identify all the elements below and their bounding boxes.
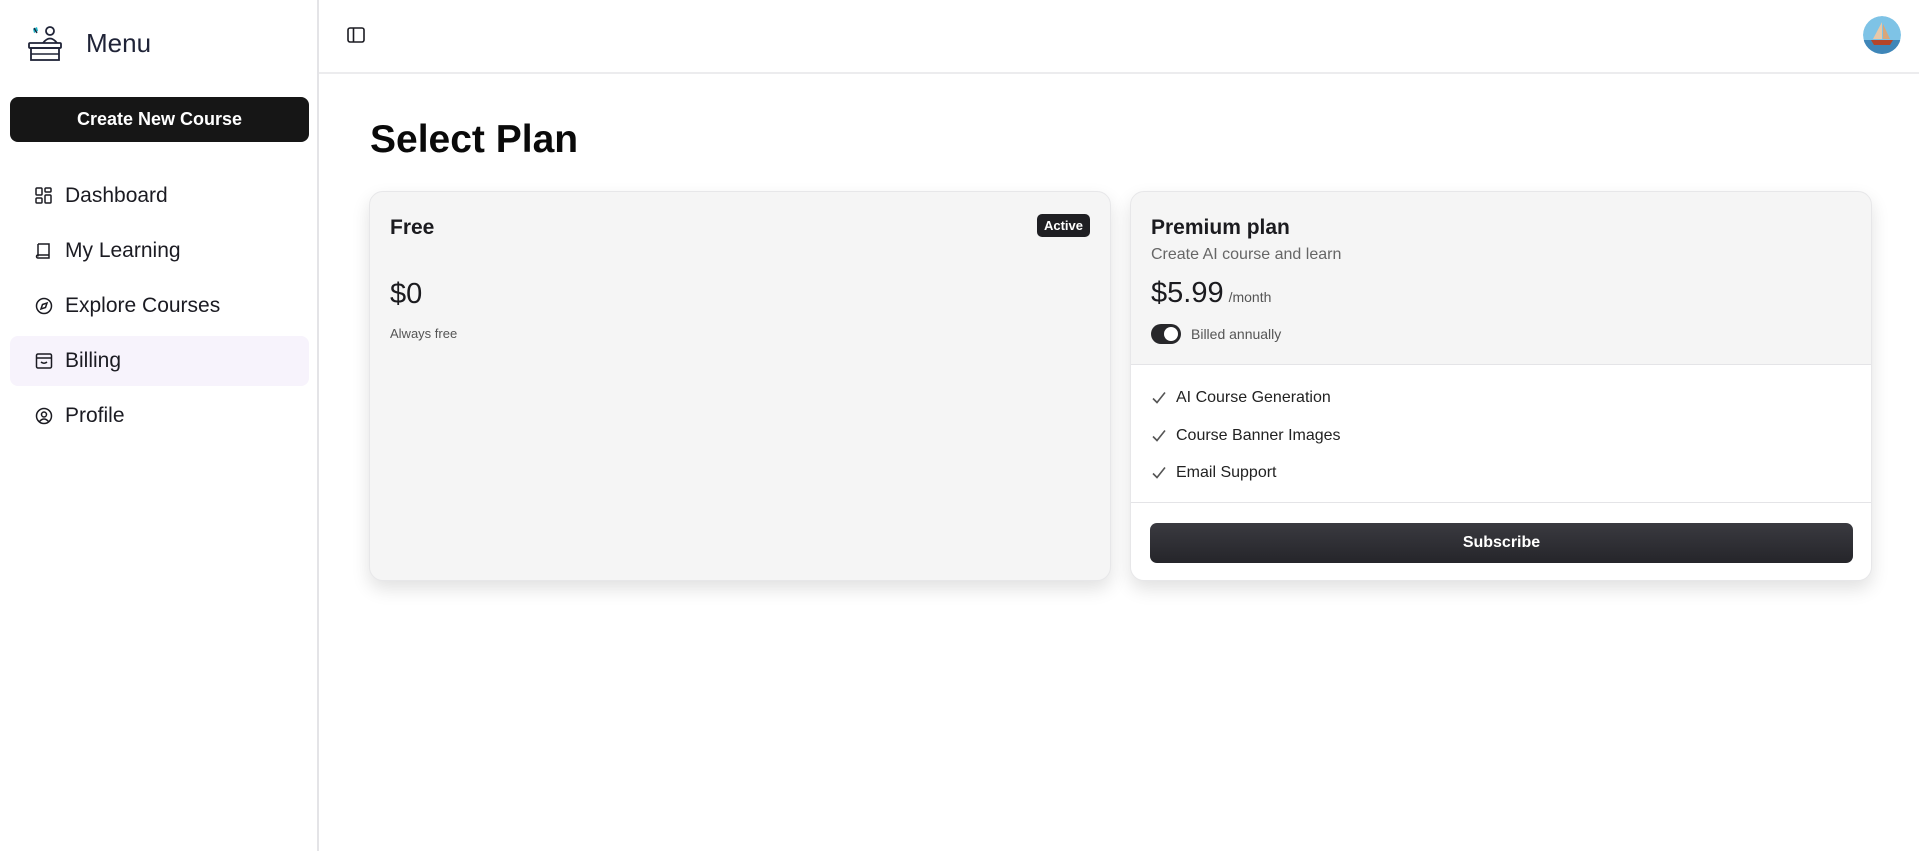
brand: Menu: [26, 24, 151, 62]
plan-price-row: $5.99 /month: [1151, 277, 1271, 310]
sidebar-item-explore-courses[interactable]: Explore Courses: [10, 281, 309, 331]
sidebar-title: Menu: [86, 27, 152, 58]
billed-annually-toggle[interactable]: [1151, 324, 1181, 344]
free-plan-card: Free Active $0 Always free: [369, 191, 1111, 581]
sidebar-item-label: My Learning: [65, 239, 181, 262]
feature-label: Email Support: [1176, 464, 1277, 481]
billing-toggle-row: Billed annually: [1151, 324, 1281, 344]
book-icon: [34, 241, 54, 261]
price-note: Always free: [390, 326, 458, 341]
billing-label: Billed annually: [1191, 326, 1282, 342]
plan-name: Free: [390, 216, 435, 239]
avatar[interactable]: [1863, 16, 1901, 54]
plan-price: $0: [390, 278, 423, 310]
check-icon: [1152, 467, 1166, 479]
sidebar-item-billing[interactable]: Billing: [10, 336, 309, 386]
sidebar-item-profile[interactable]: Profile: [10, 391, 309, 441]
feature-item: Course Banner Images: [1151, 427, 1341, 445]
premium-plan-card: Premium plan Create AI course and learn …: [1130, 191, 1872, 581]
feature-item: AI Course Generation: [1151, 389, 1331, 407]
page-title: Select Plan: [370, 118, 579, 161]
toggle-knob: [1164, 327, 1178, 341]
main-content: Select Plan Free Active $0 Always free P…: [319, 0, 1919, 851]
sidebar-item-dashboard[interactable]: Dashboard: [10, 171, 309, 221]
teacher-desk-logo-icon: [28, 26, 62, 61]
feature-list: AI Course Generation Course Banner Image…: [1131, 364, 1871, 503]
price-period: /month: [1228, 289, 1272, 305]
feature-label: Course Banner Images: [1176, 427, 1341, 444]
sidebar: Menu Create New Course Dashboard My Lear…: [0, 0, 319, 851]
sidebar-item-label: Billing: [65, 349, 122, 372]
check-icon: [1152, 392, 1166, 404]
sidebar-item-my-learning[interactable]: My Learning: [10, 226, 309, 276]
feature-item: Email Support: [1151, 464, 1277, 482]
feature-label: AI Course Generation: [1176, 389, 1331, 406]
premium-plan-header: Premium plan Create AI course and learn …: [1131, 192, 1871, 364]
premium-plan-footer: Subscribe: [1131, 503, 1871, 580]
subscribe-button[interactable]: Subscribe: [1150, 523, 1853, 563]
billing-icon: [34, 351, 54, 371]
sidebar-item-label: Explore Courses: [65, 294, 221, 317]
check-icon: [1152, 430, 1166, 442]
create-new-course-button[interactable]: Create New Course: [10, 97, 309, 142]
sidebar-toggle-icon[interactable]: [345, 24, 367, 46]
plan-name: Premium plan: [1151, 216, 1290, 239]
compass-icon: [34, 296, 54, 316]
top-bar: [319, 0, 1919, 74]
plan-subtitle: Create AI course and learn: [1151, 246, 1342, 263]
sidebar-item-label: Dashboard: [65, 184, 168, 207]
user-circle-icon: [34, 406, 54, 426]
status-badge: Active: [1036, 214, 1090, 237]
plan-price: $5.99: [1151, 277, 1224, 309]
app: Menu Create New Course Dashboard My Lear…: [0, 0, 1919, 851]
dashboard-icon: [34, 186, 54, 206]
sidebar-nav: Dashboard My Learning Explore Courses Bi…: [10, 171, 309, 446]
sidebar-item-label: Profile: [65, 404, 125, 427]
